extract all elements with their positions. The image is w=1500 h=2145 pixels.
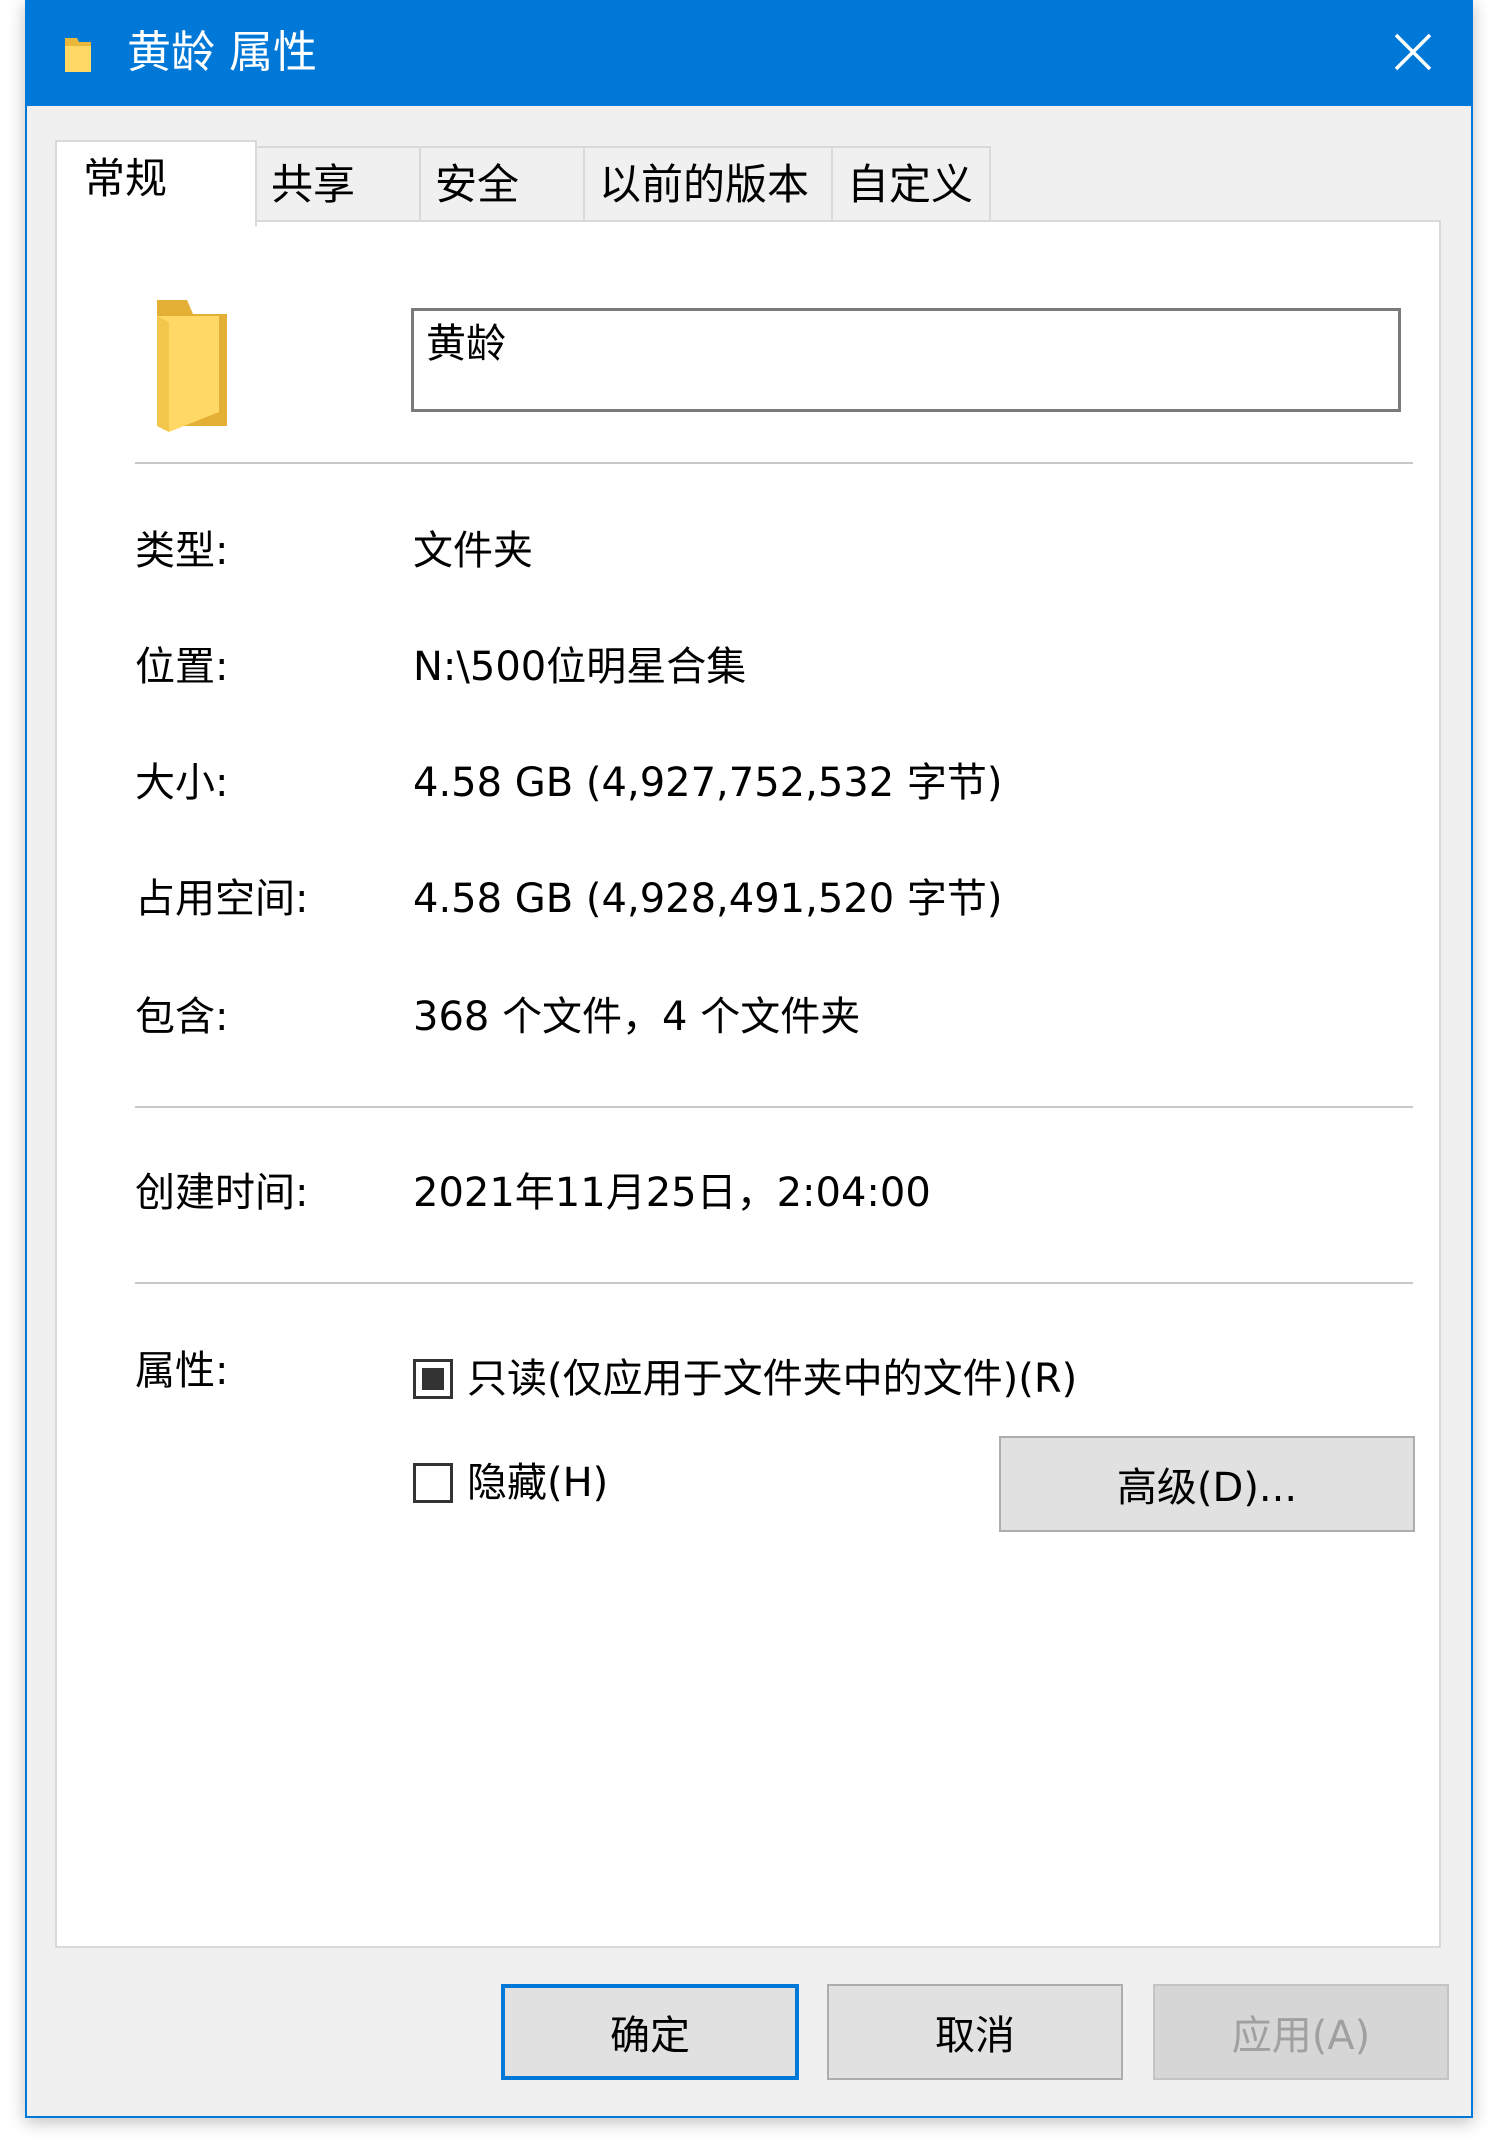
readonly-checkbox-row[interactable]: 只读(仅应用于文件夹中的文件)(R) (413, 1354, 1077, 1404)
size-on-disk-value: 4.58 GB (4,928,491,520 字节) (413, 876, 1003, 922)
cancel-button[interactable]: 取消 (827, 1984, 1123, 2080)
type-value: 文件夹 (413, 528, 533, 574)
general-panel: 类型: 文件夹 位置: N:\500位明星合集 大小: 4.58 GB (4,9… (55, 220, 1441, 1948)
indeterminate-mark (422, 1368, 444, 1390)
close-icon (1394, 33, 1432, 71)
separator (135, 1282, 1413, 1284)
tab-previous-versions[interactable]: 以前的版本 (583, 146, 833, 222)
size-value: 4.58 GB (4,927,752,532 字节) (413, 760, 1003, 806)
created-label: 创建时间: (135, 1170, 309, 1216)
readonly-label: 只读(仅应用于文件夹中的文件)(R) (467, 1356, 1078, 1402)
location-label: 位置: (135, 644, 229, 690)
ok-button[interactable]: 确定 (501, 1984, 799, 2080)
title-bar[interactable]: 黄龄 属性 (27, 0, 1471, 106)
created-value: 2021年11月25日，2:04:00 (413, 1170, 931, 1216)
size-on-disk-label: 占用空间: (135, 876, 309, 922)
tab-security[interactable]: 安全 (419, 146, 585, 222)
contains-value: 368 个文件，4 个文件夹 (413, 994, 861, 1040)
readonly-checkbox[interactable] (413, 1359, 453, 1399)
window-title: 黄龄 属性 (127, 27, 317, 78)
hidden-checkbox-row[interactable]: 隐藏(H) (413, 1458, 608, 1508)
attributes-label: 属性: (135, 1348, 229, 1394)
tab-sharing[interactable]: 共享 (255, 146, 421, 222)
separator (135, 462, 1413, 464)
hidden-label: 隐藏(H) (467, 1460, 609, 1506)
contains-label: 包含: (135, 994, 229, 1040)
tab-general[interactable]: 常规 (55, 140, 257, 226)
advanced-button[interactable]: 高级(D)... (999, 1436, 1415, 1532)
close-button[interactable] (1365, 4, 1461, 100)
separator (135, 1106, 1413, 1108)
properties-window: 黄龄 属性 常规 共享 安全 以前的版本 自定义 类型: 文件夹 位置: N:\… (25, 0, 1473, 2118)
folder-icon (153, 294, 233, 438)
folder-name-input[interactable] (411, 308, 1401, 412)
size-label: 大小: (135, 760, 229, 806)
location-value: N:\500位明星合集 (413, 644, 747, 690)
tab-customize[interactable]: 自定义 (831, 146, 991, 222)
apply-button[interactable]: 应用(A) (1153, 1984, 1449, 2080)
type-label: 类型: (135, 528, 229, 574)
hidden-checkbox[interactable] (413, 1463, 453, 1503)
folder-icon (63, 34, 93, 78)
